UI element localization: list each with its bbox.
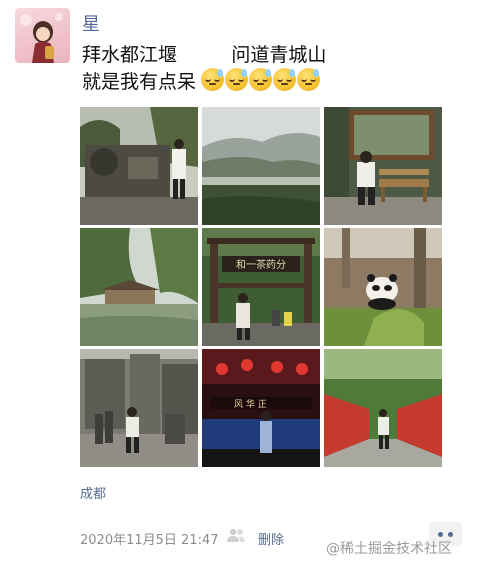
photo-wooden-gate-plaque[interactable]: 和一茶药分 [202, 228, 320, 346]
photo-red-wall-corridor[interactable] [324, 349, 442, 467]
post-text-line-2: 就是我有点呆 [82, 71, 197, 93]
location-label[interactable]: 成都 [80, 483, 106, 502]
photo-dujiangyan-stone-sign[interactable] [80, 107, 198, 225]
photo-stone-ruins[interactable] [80, 349, 198, 467]
photo-panda[interactable] [324, 228, 442, 346]
dot-icon [438, 532, 443, 537]
avatar[interactable] [15, 8, 70, 63]
watermark: @稀土掘金技术社区 [326, 541, 452, 557]
photo-pond-pavilion[interactable] [80, 228, 198, 346]
author-name[interactable]: 星 [82, 10, 100, 36]
people-icon [227, 528, 245, 542]
emoji-row [201, 68, 320, 91]
post-text-line-1: 拜水都江堰 问道青城山 [82, 44, 327, 66]
photo-stage-red-lanterns[interactable]: 风 华 正 [202, 349, 320, 467]
photo-valley-river-view[interactable] [202, 107, 320, 225]
stage-sign-text: 风 华 正 [234, 398, 267, 410]
gate-plaque-text: 和一茶药分 [236, 258, 286, 271]
sweat-smile-emoji [225, 68, 248, 91]
sweat-smile-emoji [201, 68, 224, 91]
sweat-smile-emoji [297, 68, 320, 91]
dot-icon [448, 532, 453, 537]
sweat-smile-emoji [273, 68, 296, 91]
photo-grid: 和一茶药分 风 华 正 [80, 107, 443, 467]
avatar-girl-illustration [20, 13, 63, 63]
delete-button[interactable]: 删除 [258, 529, 284, 548]
photo-bench-wooden-frame[interactable] [324, 107, 442, 225]
sweat-smile-emoji [249, 68, 272, 91]
post-timestamp: 2020年11月5日 21:47 [80, 533, 219, 548]
